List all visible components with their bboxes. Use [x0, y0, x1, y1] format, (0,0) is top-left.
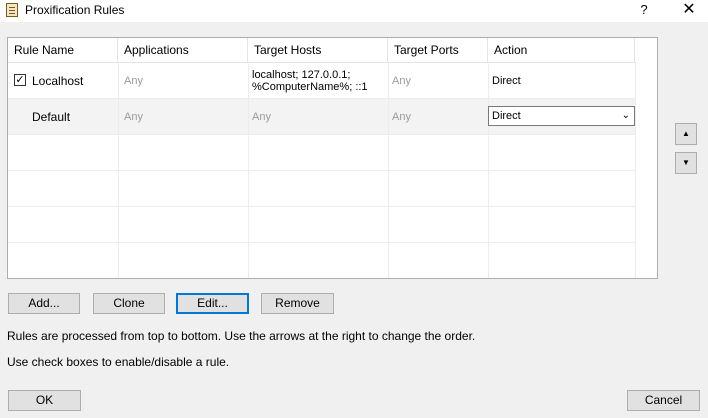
action-dropdown[interactable]: Direct ⌄ [488, 106, 635, 126]
move-down-button[interactable]: ▼ [675, 152, 697, 174]
rules-table: Rule Name Applications Target Hosts Targ… [7, 37, 658, 279]
add-button[interactable]: Add... [8, 293, 80, 314]
edit-button[interactable]: Edit... [176, 293, 249, 314]
remove-button[interactable]: Remove [261, 293, 334, 314]
grid-line [8, 242, 635, 243]
column-header-target-hosts[interactable]: Target Hosts [248, 38, 388, 62]
column-header-target-ports[interactable]: Target Ports [388, 38, 488, 62]
rule-hosts: Any [252, 111, 271, 123]
cancel-button[interactable]: Cancel [627, 390, 700, 411]
chevron-down-icon: ⌄ [621, 110, 630, 121]
rule-hosts-line1: localhost; 127.0.0.1; [252, 69, 351, 81]
column-header-rule-name[interactable]: Rule Name [8, 38, 118, 62]
close-button[interactable]: ✕ [679, 0, 699, 20]
rule-name: Localhost [32, 74, 84, 88]
clone-button[interactable]: Clone [93, 293, 165, 314]
rule-action: Direct [492, 75, 521, 87]
checkbox-info-text: Use check boxes to enable/disable a rule… [7, 355, 230, 369]
grid-line [8, 134, 635, 135]
action-dropdown-value: Direct [492, 110, 521, 122]
grid-line [8, 206, 635, 207]
ok-button[interactable]: OK [8, 390, 81, 411]
window-title: Proxification Rules [25, 3, 125, 17]
title-bar: Proxification Rules ? ✕ [0, 0, 708, 22]
grid-line [635, 62, 636, 278]
order-info-text: Rules are processed from top to bottom. … [7, 329, 476, 343]
rule-applications: Any [124, 75, 143, 87]
help-button[interactable]: ? [636, 0, 652, 20]
rule-enabled-checkbox[interactable]: ✓ [14, 74, 26, 86]
rule-ports: Any [392, 75, 411, 87]
rule-applications: Any [124, 111, 143, 123]
column-header-action[interactable]: Action [488, 38, 635, 62]
rule-name: Default [32, 110, 71, 124]
table-header: Rule Name Applications Target Hosts Targ… [8, 38, 635, 63]
grid-line [8, 170, 635, 171]
column-header-applications[interactable]: Applications [118, 38, 248, 62]
rule-hosts-line2: %ComputerName%; ::1 [252, 81, 368, 93]
grid-line [8, 98, 635, 99]
rule-ports: Any [392, 111, 411, 123]
move-up-button[interactable]: ▲ [675, 123, 697, 145]
rules-list-icon [6, 3, 18, 17]
